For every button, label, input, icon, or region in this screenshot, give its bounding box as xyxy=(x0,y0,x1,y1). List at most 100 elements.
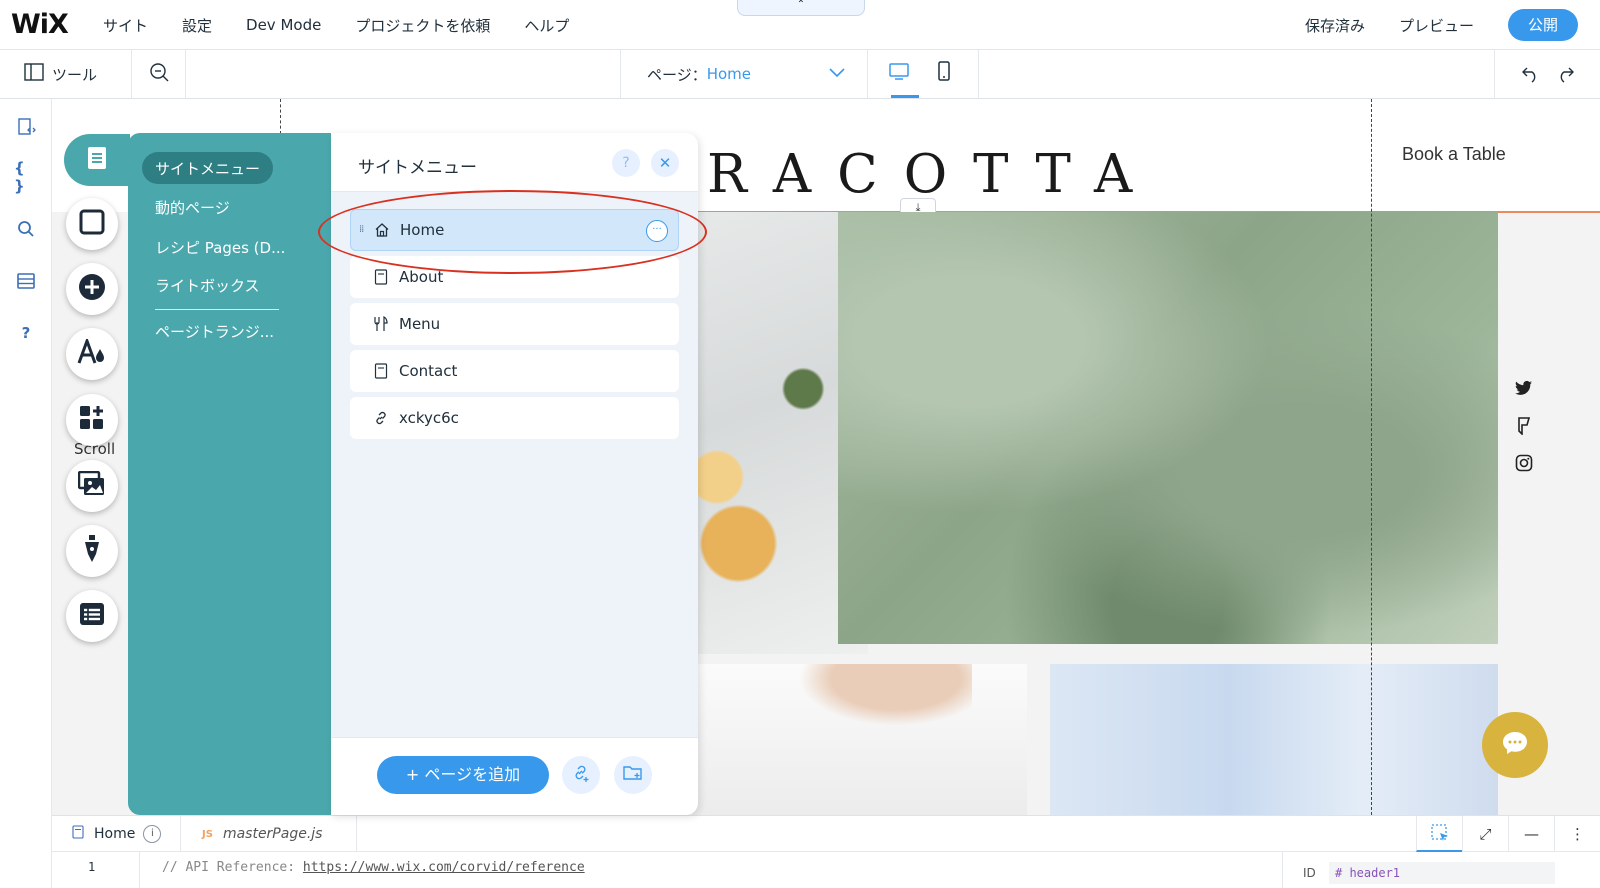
plus-circle-icon xyxy=(78,273,106,305)
blog-button[interactable] xyxy=(66,525,118,577)
add-link-button[interactable] xyxy=(562,756,600,794)
more-menu-icon[interactable]: ⋮ xyxy=(1554,816,1600,852)
page-code-icon[interactable] xyxy=(14,115,38,139)
tools-label: ツール xyxy=(52,65,98,84)
category-page-transitions[interactable]: ページトランジ... xyxy=(155,321,274,342)
tools-panel-icon xyxy=(24,63,44,85)
pages-panel: サイトメニュー ? ✕ ⁞⁞ Home ··· About Menu Conta… xyxy=(331,133,698,815)
top-bar: WiX サイト 設定 Dev Mode プロジェクトを依頼 ヘルプ ⌃ 保存済み… xyxy=(0,0,1600,50)
chat-icon xyxy=(1501,730,1529,760)
page-item-menu[interactable]: Menu xyxy=(350,303,679,345)
nav-hire-professional[interactable]: プロジェクトを依頼 xyxy=(355,15,490,36)
page-item-about[interactable]: About xyxy=(350,256,679,298)
minimize-icon[interactable]: — xyxy=(1508,816,1554,852)
id-field[interactable]: # header1 xyxy=(1329,862,1555,884)
page-item-contact[interactable]: Contact xyxy=(350,350,679,392)
category-site-menu[interactable]: サイトメニュー xyxy=(155,158,260,179)
redo-icon[interactable] xyxy=(1555,64,1575,88)
nav-help[interactable]: ヘルプ xyxy=(524,15,569,36)
chef-image[interactable] xyxy=(692,664,1027,815)
instagram-icon[interactable] xyxy=(1512,454,1536,478)
more-actions-icon[interactable]: ··· xyxy=(646,220,668,242)
foursquare-icon[interactable] xyxy=(1512,417,1536,441)
page-selector-prefix: ページ： xyxy=(647,65,707,84)
blue-image[interactable] xyxy=(1050,664,1498,815)
nav-site[interactable]: サイト xyxy=(103,15,148,36)
wix-logo[interactable]: WiX xyxy=(11,9,69,40)
page-item-home[interactable]: ⁞⁞ Home ··· xyxy=(350,209,679,251)
cabbage-image[interactable] xyxy=(838,212,1498,644)
publish-button[interactable]: 公開 xyxy=(1508,9,1578,41)
properties-panel: ID # header1 xyxy=(1282,852,1600,888)
pages-panel-title: サイトメニュー xyxy=(358,158,477,178)
info-icon[interactable]: i xyxy=(143,825,162,843)
add-element-button[interactable] xyxy=(66,263,118,315)
page-selector[interactable]: ページ： Home xyxy=(620,50,868,98)
mobile-view-button[interactable] xyxy=(933,60,955,86)
apps-plus-icon xyxy=(78,404,106,436)
zoom-out-icon xyxy=(149,62,169,86)
nav-settings[interactable]: 設定 xyxy=(182,15,212,36)
undo-redo-group xyxy=(1494,50,1600,98)
pages-list: ⁞⁞ Home ··· About Menu Contact xckyc6c xyxy=(331,192,698,737)
drag-handle-icon[interactable]: ⁞⁞ xyxy=(359,224,364,235)
cms-button[interactable] xyxy=(66,590,118,642)
add-apps-button[interactable] xyxy=(66,394,118,446)
book-table-link[interactable]: Book a Table xyxy=(1402,144,1506,165)
page-icon xyxy=(372,269,390,285)
expand-icon[interactable]: ⤢ xyxy=(1462,816,1508,852)
code-line[interactable]: // API Reference: https://www.wix.com/co… xyxy=(162,860,585,875)
tab-masterpage-js[interactable]: JS masterPage.js xyxy=(202,816,322,852)
pages-menu-button[interactable] xyxy=(64,134,130,186)
add-link-icon xyxy=(571,763,591,787)
square-icon xyxy=(79,209,105,239)
preview-button[interactable]: プレビュー xyxy=(1399,15,1474,36)
twitter-icon[interactable] xyxy=(1512,380,1536,404)
page-item-link[interactable]: xckyc6c xyxy=(350,397,679,439)
page-selector-value: Home xyxy=(706,65,751,83)
page-icon xyxy=(72,825,84,843)
help-icon[interactable]: ? xyxy=(14,321,38,345)
desktop-icon xyxy=(888,63,910,86)
gridline-right xyxy=(1371,99,1372,815)
editor-toolbar: ツール ページ： Home xyxy=(0,50,1600,99)
divider xyxy=(180,816,181,852)
undo-icon[interactable] xyxy=(1521,64,1541,88)
zoom-button[interactable] xyxy=(132,50,186,98)
select-element-icon[interactable] xyxy=(1416,816,1462,852)
braces-icon[interactable]: { } xyxy=(14,159,38,195)
category-dynamic-pages[interactable]: 動的ページ xyxy=(155,197,230,218)
theme-button[interactable] xyxy=(66,328,118,380)
tab-home-code[interactable]: Home i xyxy=(72,816,162,852)
font-drop-icon xyxy=(77,336,107,369)
js-file-icon: JS xyxy=(202,828,213,840)
page-label: Contact xyxy=(399,362,458,380)
tab-master-label: masterPage.js xyxy=(222,826,323,842)
close-button[interactable]: ✕ xyxy=(651,149,679,177)
saved-status: 保存済み xyxy=(1304,16,1365,35)
pages-panel-categories: サイトメニュー 動的ページ レシピ Pages (D... ライトボックス ペー… xyxy=(128,133,332,815)
category-recipe-pages[interactable]: レシピ Pages (D... xyxy=(155,237,285,258)
category-lightboxes[interactable]: ライトボックス xyxy=(155,275,260,296)
reference-link[interactable]: https://www.wix.com/corvid/reference xyxy=(303,860,585,875)
tools-button[interactable]: ツール xyxy=(0,50,132,98)
code-panel-actions: ⤢ — ⋮ xyxy=(1416,816,1600,852)
page-icon xyxy=(372,363,390,379)
search-icon[interactable] xyxy=(14,217,38,241)
site-brand-title[interactable]: RACOTTA xyxy=(707,144,1158,205)
help-button[interactable]: ? xyxy=(612,149,640,177)
database-icon[interactable] xyxy=(14,269,38,293)
code-tabs: Home i JS masterPage.js ⤢ — ⋮ xyxy=(52,816,1600,852)
media-button[interactable] xyxy=(66,460,118,512)
add-folder-button[interactable] xyxy=(614,756,652,794)
chef-face xyxy=(782,664,972,734)
desktop-view-button[interactable] xyxy=(888,60,910,86)
comment-prefix: // API Reference: xyxy=(162,860,303,875)
nav-dev-mode[interactable]: Dev Mode xyxy=(246,16,321,34)
chat-button[interactable] xyxy=(1482,712,1548,778)
id-label: ID xyxy=(1303,866,1316,880)
add-page-button[interactable]: + ページを追加 xyxy=(377,756,549,794)
collapse-topbar-button[interactable]: ⌃ xyxy=(737,0,865,16)
desktop-active-indicator xyxy=(891,95,919,98)
background-button[interactable] xyxy=(66,198,118,250)
